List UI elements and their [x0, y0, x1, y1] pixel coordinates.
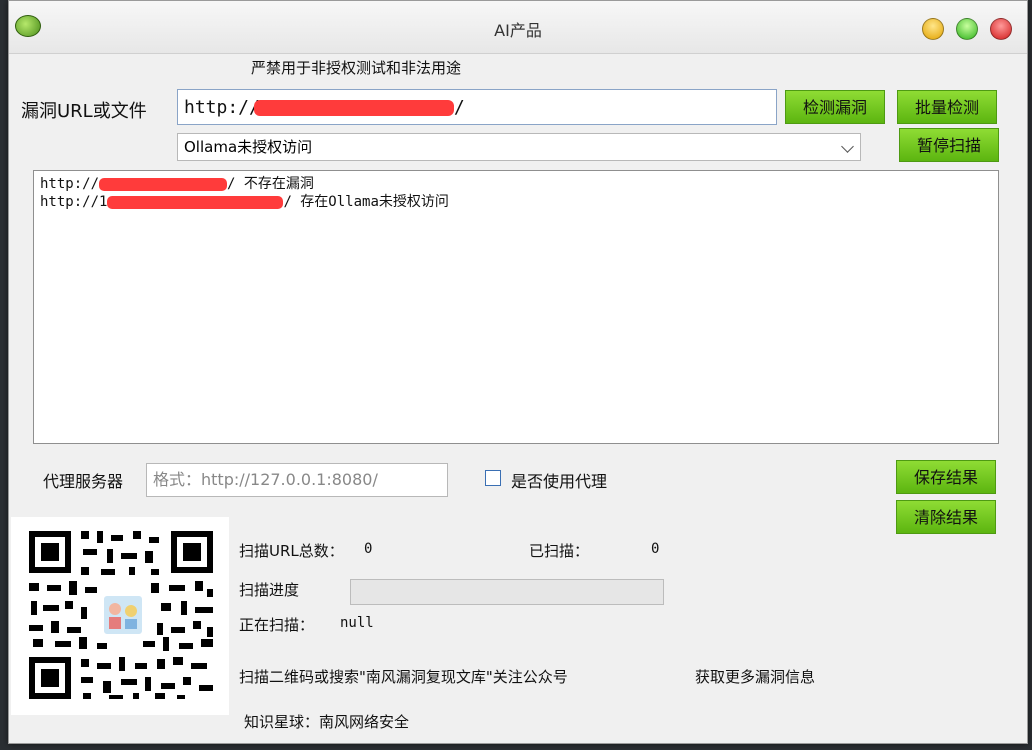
- vuln-type-value: Ollama未授权访问: [184, 138, 313, 156]
- more-info-text: 获取更多漏洞信息: [695, 668, 816, 686]
- redacted-url: [99, 177, 228, 191]
- progress-label: 扫描进度: [239, 581, 300, 599]
- maximize-button[interactable]: [956, 18, 978, 40]
- use-proxy-label: 是否使用代理: [511, 472, 608, 491]
- scanned-value: 0: [651, 541, 660, 557]
- clear-results-button[interactable]: 清除结果: [896, 500, 996, 534]
- result-line: http:/// 不存在漏洞: [40, 176, 314, 192]
- chevron-down-icon: [841, 140, 854, 153]
- close-button[interactable]: [990, 18, 1012, 40]
- results-textarea[interactable]: http:/// 不存在漏洞 http://1/ 存在Ollama未授权访问: [33, 170, 999, 444]
- qr-code-image: [11, 517, 229, 715]
- total-label: 扫描URL总数：: [239, 542, 344, 560]
- vuln-type-select[interactable]: Ollama未授权访问: [177, 133, 861, 161]
- result-url-prefix: http://: [40, 176, 100, 192]
- use-proxy-checkbox[interactable]: [485, 470, 501, 486]
- total-value: 0: [364, 541, 373, 557]
- save-results-button[interactable]: 保存结果: [896, 460, 996, 494]
- result-status: 不存在漏洞: [235, 176, 314, 192]
- redacted-url: [107, 195, 284, 209]
- title-bar[interactable]: AI产品: [9, 1, 1027, 54]
- current-value: null: [340, 615, 374, 631]
- minimize-button[interactable]: [922, 18, 944, 40]
- url-prefix: http://: [184, 97, 260, 118]
- knowledge-planet-text: 知识星球：南风网络安全: [244, 713, 410, 731]
- redacted-url: [253, 100, 454, 116]
- result-url-prefix: http://1: [40, 194, 108, 210]
- app-window: AI产品 严禁用于非授权测试和非法用途 漏洞URL或文件 http:// / 检测…: [8, 0, 1028, 744]
- proxy-label: 代理服务器: [43, 472, 124, 491]
- scanned-label: 已扫描：: [529, 542, 590, 560]
- url-suffix: /: [453, 97, 465, 118]
- batch-detect-button[interactable]: 批量检测: [897, 90, 997, 124]
- usage-warning: 严禁用于非授权测试和非法用途: [251, 59, 462, 77]
- detect-button[interactable]: 检测漏洞: [785, 90, 885, 124]
- target-label: 漏洞URL或文件: [21, 101, 147, 122]
- result-status: 存在Ollama未授权访问: [291, 194, 449, 210]
- pause-scan-button[interactable]: 暂停扫描: [899, 128, 999, 162]
- current-label: 正在扫描：: [239, 616, 315, 634]
- window-title: AI产品: [494, 21, 542, 40]
- result-line: http://1/ 存在Ollama未授权访问: [40, 194, 449, 210]
- qr-caption: 扫描二维码或搜索"南风漏洞复现文库"关注公众号: [239, 668, 568, 686]
- proxy-input[interactable]: 格式：http://127.0.0.1:8080/: [146, 463, 448, 497]
- url-input[interactable]: http:// /: [177, 89, 777, 125]
- scan-progress-bar: [350, 579, 664, 605]
